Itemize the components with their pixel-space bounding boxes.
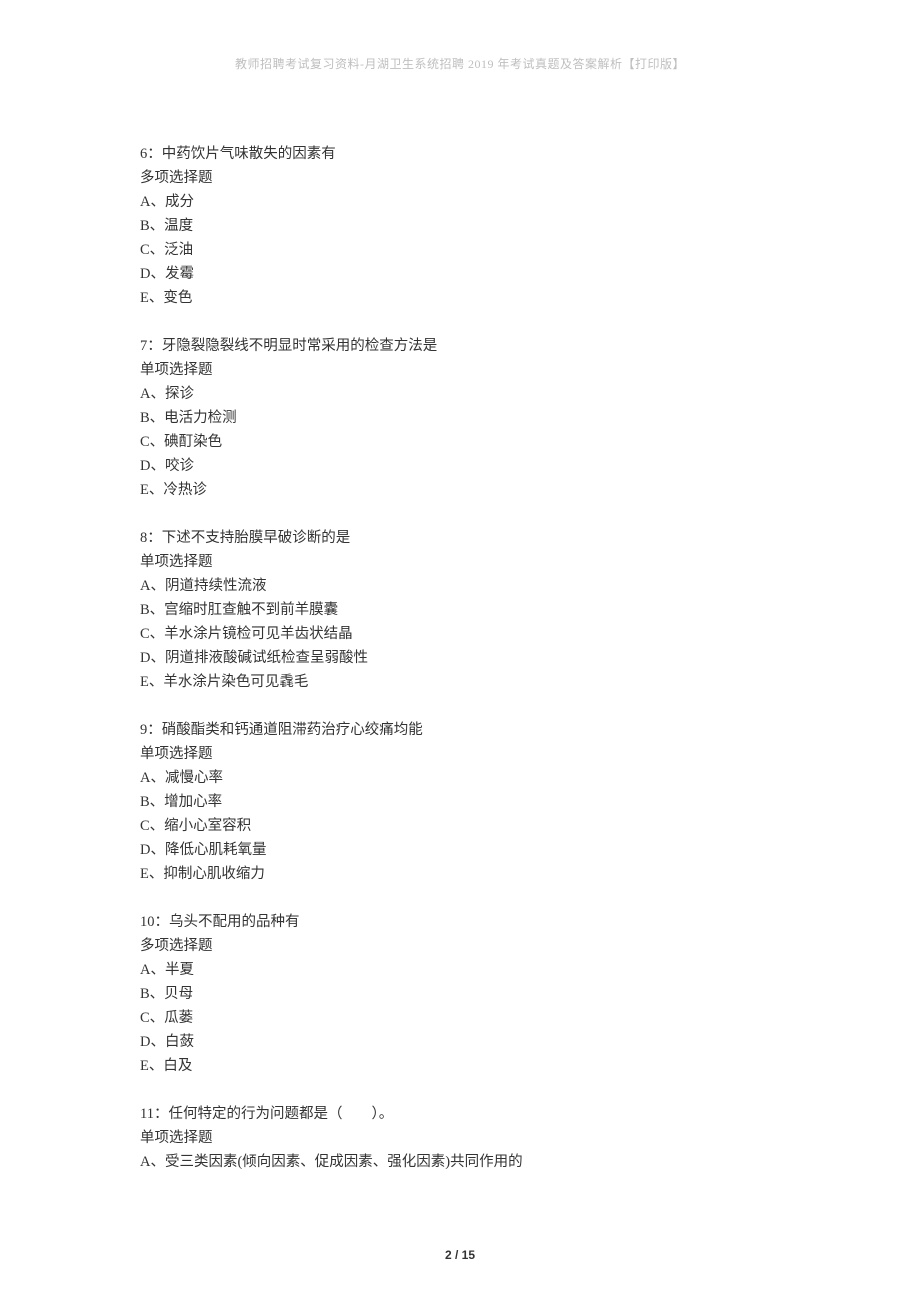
option: D、降低心肌耗氧量 — [140, 838, 780, 862]
option: A、受三类因素(倾向因素、促成因素、强化因素)共同作用的 — [140, 1150, 780, 1174]
option: C、缩小心室容积 — [140, 814, 780, 838]
option: E、白及 — [140, 1054, 780, 1078]
question-stem: 8：下述不支持胎膜早破诊断的是 — [140, 526, 780, 550]
option: C、羊水涂片镜检可见羊齿状结晶 — [140, 622, 780, 646]
option: B、贝母 — [140, 982, 780, 1006]
option: A、阴道持续性流液 — [140, 574, 780, 598]
question-stem: 6：中药饮片气味散失的因素有 — [140, 142, 780, 166]
option: B、增加心率 — [140, 790, 780, 814]
option: B、电活力检测 — [140, 406, 780, 430]
question-8: 8：下述不支持胎膜早破诊断的是 单项选择题 A、阴道持续性流液 B、宫缩时肛查触… — [140, 526, 780, 694]
question-7: 7：牙隐裂隐裂线不明显时常采用的检查方法是 单项选择题 A、探诊 B、电活力检测… — [140, 334, 780, 502]
question-stem: 10：乌头不配用的品种有 — [140, 910, 780, 934]
question-type: 单项选择题 — [140, 358, 780, 382]
option: E、冷热诊 — [140, 478, 780, 502]
question-stem: 7：牙隐裂隐裂线不明显时常采用的检查方法是 — [140, 334, 780, 358]
option: E、抑制心肌收缩力 — [140, 862, 780, 886]
option: B、宫缩时肛查触不到前羊膜囊 — [140, 598, 780, 622]
option: E、羊水涂片染色可见毳毛 — [140, 670, 780, 694]
document-page: 教师招聘考试复习资料-月湖卫生系统招聘 2019 年考试真题及答案解析【打印版】… — [0, 0, 920, 1238]
question-6: 6：中药饮片气味散失的因素有 多项选择题 A、成分 B、温度 C、泛油 D、发霉… — [140, 142, 780, 310]
option: A、探诊 — [140, 382, 780, 406]
question-type: 单项选择题 — [140, 550, 780, 574]
question-stem: 11：任何特定的行为问题都是（ ）。 — [140, 1102, 780, 1126]
option: D、咬诊 — [140, 454, 780, 478]
question-11: 11：任何特定的行为问题都是（ ）。 单项选择题 A、受三类因素(倾向因素、促成… — [140, 1102, 780, 1174]
question-type: 单项选择题 — [140, 1126, 780, 1150]
option: A、成分 — [140, 190, 780, 214]
question-type: 多项选择题 — [140, 934, 780, 958]
option: A、减慢心率 — [140, 766, 780, 790]
page-number: 2 / 15 — [0, 1248, 920, 1262]
option: C、碘酊染色 — [140, 430, 780, 454]
question-9: 9：硝酸酯类和钙通道阻滞药治疗心绞痛均能 单项选择题 A、减慢心率 B、增加心率… — [140, 718, 780, 886]
question-stem: 9：硝酸酯类和钙通道阻滞药治疗心绞痛均能 — [140, 718, 780, 742]
page-header: 教师招聘考试复习资料-月湖卫生系统招聘 2019 年考试真题及答案解析【打印版】 — [140, 55, 780, 72]
option: C、瓜蒌 — [140, 1006, 780, 1030]
question-type: 多项选择题 — [140, 166, 780, 190]
option: D、白蔹 — [140, 1030, 780, 1054]
option: D、阴道排液酸碱试纸检查呈弱酸性 — [140, 646, 780, 670]
option: B、温度 — [140, 214, 780, 238]
question-10: 10：乌头不配用的品种有 多项选择题 A、半夏 B、贝母 C、瓜蒌 D、白蔹 E… — [140, 910, 780, 1078]
option: D、发霉 — [140, 262, 780, 286]
question-type: 单项选择题 — [140, 742, 780, 766]
option: A、半夏 — [140, 958, 780, 982]
option: E、变色 — [140, 286, 780, 310]
option: C、泛油 — [140, 238, 780, 262]
